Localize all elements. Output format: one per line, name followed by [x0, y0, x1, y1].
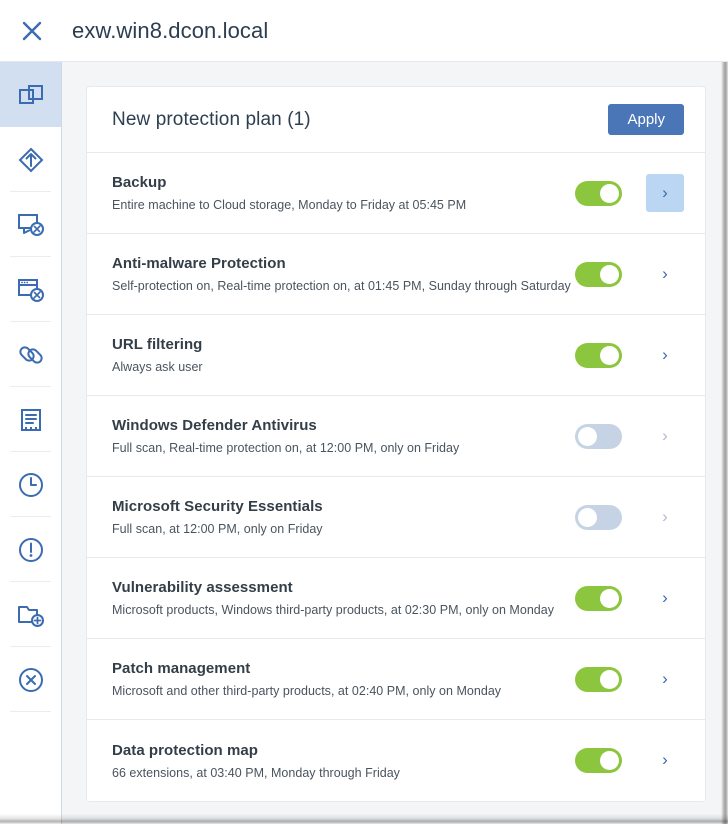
row-subtitle: Full scan, at 12:00 PM, only on Friday: [112, 522, 575, 536]
row-expand-chevron-icon[interactable]: ›: [646, 579, 684, 617]
table-row[interactable]: Data protection map 66 extensions, at 03…: [87, 720, 705, 801]
row-text-block: Anti-malware Protection Self-protection …: [112, 255, 575, 293]
module-toggle[interactable]: [575, 586, 622, 611]
page-title: exw.win8.dcon.local: [72, 18, 268, 44]
row-expand-chevron-icon[interactable]: ›: [646, 417, 684, 455]
module-toggle[interactable]: [575, 424, 622, 449]
window-body: New protection plan (1) Apply Backup Ent…: [0, 62, 728, 824]
report-document-icon: [17, 406, 45, 434]
row-subtitle: Full scan, Real-time protection on, at 1…: [112, 441, 575, 455]
toggle-knob: [600, 265, 619, 284]
cancel-circle-icon: [17, 666, 45, 694]
row-subtitle: Entire machine to Cloud storage, Monday …: [112, 198, 575, 212]
table-row[interactable]: URL filtering Always ask user ›: [87, 315, 705, 396]
card-header: New protection plan (1) Apply: [87, 87, 705, 153]
sidebar-item-reports[interactable]: [0, 387, 61, 452]
sidebar-item-alerts[interactable]: [0, 517, 61, 582]
row-title: URL filtering: [112, 336, 575, 353]
row-expand-chevron-icon[interactable]: ›: [646, 660, 684, 698]
table-row[interactable]: Backup Entire machine to Cloud storage, …: [87, 153, 705, 234]
table-row[interactable]: Anti-malware Protection Self-protection …: [87, 234, 705, 315]
add-folder-icon: [16, 601, 46, 629]
row-text-block: Vulnerability assessment Microsoft produ…: [112, 579, 575, 617]
sidebar-item-url-filtering[interactable]: [0, 257, 61, 322]
toggle-knob: [578, 508, 597, 527]
row-title: Vulnerability assessment: [112, 579, 575, 596]
row-subtitle: Self-protection on, Real-time protection…: [112, 279, 575, 293]
plan-title: New protection plan (1): [112, 109, 311, 131]
window-header: exw.win8.dcon.local: [0, 0, 728, 62]
main-content: New protection plan (1) Apply Backup Ent…: [62, 62, 728, 824]
apply-button[interactable]: Apply: [608, 104, 684, 135]
module-toggle[interactable]: [575, 181, 622, 206]
row-text-block: Windows Defender Antivirus Full scan, Re…: [112, 417, 575, 455]
table-row[interactable]: Windows Defender Antivirus Full scan, Re…: [87, 396, 705, 477]
module-toggle[interactable]: [575, 748, 622, 773]
row-subtitle: 66 extensions, at 03:40 PM, Monday throu…: [112, 766, 575, 780]
table-row[interactable]: Vulnerability assessment Microsoft produ…: [87, 558, 705, 639]
row-subtitle: Microsoft products, Windows third-party …: [112, 603, 575, 617]
toggle-knob: [600, 589, 619, 608]
sidebar-item-activities[interactable]: [0, 452, 61, 517]
table-row[interactable]: Patch management Microsoft and other thi…: [87, 639, 705, 720]
clock-history-icon: [17, 471, 45, 499]
row-subtitle: Always ask user: [112, 360, 575, 374]
patch-bandaid-icon: [17, 341, 45, 369]
row-title: Microsoft Security Essentials: [112, 498, 575, 515]
row-title: Patch management: [112, 660, 575, 677]
plan-row-list: Backup Entire machine to Cloud storage, …: [87, 153, 705, 801]
toggle-knob: [600, 670, 619, 689]
row-subtitle: Microsoft and other third-party products…: [112, 684, 575, 698]
row-expand-chevron-icon[interactable]: ›: [646, 742, 684, 780]
module-toggle[interactable]: [575, 262, 622, 287]
sidebar-item-backup[interactable]: [0, 127, 61, 192]
devices-overview-icon: [17, 81, 45, 109]
row-expand-chevron-icon[interactable]: ›: [646, 174, 684, 212]
sidebar-item-patch-management[interactable]: [0, 322, 61, 387]
sidebar-item-overview[interactable]: [0, 62, 61, 127]
row-text-block: Data protection map 66 extensions, at 03…: [112, 742, 575, 780]
row-title: Backup: [112, 174, 575, 191]
alert-exclamation-icon: [17, 536, 45, 564]
module-toggle[interactable]: [575, 343, 622, 368]
monitor-protection-icon: [16, 211, 46, 239]
row-expand-chevron-icon[interactable]: ›: [646, 255, 684, 293]
row-text-block: Backup Entire machine to Cloud storage, …: [112, 174, 575, 212]
row-title: Data protection map: [112, 742, 575, 759]
upload-backup-icon: [17, 146, 45, 174]
module-toggle[interactable]: [575, 505, 622, 530]
sidebar: [0, 62, 62, 824]
close-icon[interactable]: [9, 8, 55, 54]
protection-plan-card: New protection plan (1) Apply Backup Ent…: [86, 86, 706, 802]
module-toggle[interactable]: [575, 667, 622, 692]
row-title: Anti-malware Protection: [112, 255, 575, 272]
toggle-knob: [600, 184, 619, 203]
toggle-knob: [600, 751, 619, 770]
row-text-block: URL filtering Always ask user: [112, 336, 575, 374]
toggle-knob: [578, 427, 597, 446]
table-row[interactable]: Microsoft Security Essentials Full scan,…: [87, 477, 705, 558]
browser-protection-icon: [16, 276, 46, 304]
sidebar-item-cancel[interactable]: [0, 647, 61, 712]
toggle-knob: [600, 346, 619, 365]
sidebar-item-add-folder[interactable]: [0, 582, 61, 647]
row-expand-chevron-icon[interactable]: ›: [646, 336, 684, 374]
vertical-scrollbar[interactable]: [718, 62, 728, 824]
row-text-block: Microsoft Security Essentials Full scan,…: [112, 498, 575, 536]
row-text-block: Patch management Microsoft and other thi…: [112, 660, 575, 698]
sidebar-item-antimalware[interactable]: [0, 192, 61, 257]
row-expand-chevron-icon[interactable]: ›: [646, 498, 684, 536]
row-title: Windows Defender Antivirus: [112, 417, 575, 434]
protection-plan-window: exw.win8.dcon.local: [0, 0, 728, 824]
